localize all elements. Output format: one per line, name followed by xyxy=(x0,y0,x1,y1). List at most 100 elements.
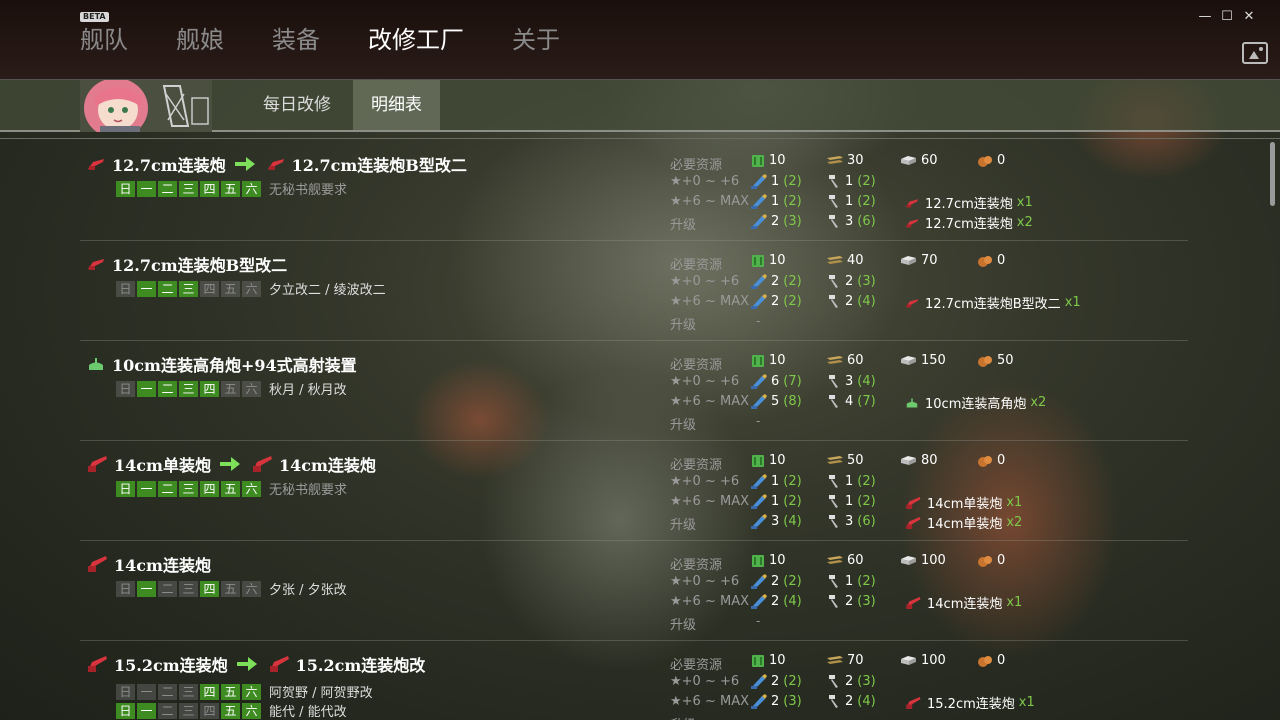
fuel-value: 10 xyxy=(769,553,786,568)
ammo-icon xyxy=(826,154,844,168)
no-upgrade: - xyxy=(756,614,761,628)
day-1: 一 xyxy=(137,180,156,197)
arrow-right-icon xyxy=(219,456,241,472)
screw-value: 3 xyxy=(845,213,854,229)
bauxite-value: 0 xyxy=(997,153,1006,168)
devmat-icon xyxy=(750,393,768,409)
day-0: 日 xyxy=(116,580,135,597)
screw-cost: 1 (2) xyxy=(826,473,876,489)
improvement-row[interactable]: 15.2cm连装炮 15.2cm连装炮改日一二三四五六阿贺野 / 阿贺野改日一二三… xyxy=(80,641,1188,720)
bauxite-icon xyxy=(976,354,994,368)
fuel-cost: 10 xyxy=(750,553,786,568)
steel-value: 80 xyxy=(921,453,938,468)
small-gun-icon xyxy=(266,157,286,171)
nav-tab-4[interactable]: 关于 xyxy=(512,24,560,56)
fuel-value: 10 xyxy=(769,653,786,668)
screw-icon xyxy=(826,473,842,489)
medium-gun-icon xyxy=(905,696,922,710)
secretary-requirement: 阿贺野 / 阿贺野改 xyxy=(269,686,373,701)
devmat-guaranteed: (3) xyxy=(783,693,802,709)
devmat-value: 2 xyxy=(771,213,780,229)
equipment-title: 12.7cm连装炮B型改二 xyxy=(86,253,287,275)
stage2-label: ★+6 ~ MAX xyxy=(670,194,749,209)
improvement-row[interactable]: 14cm连装炮日一二三四五六夕张 / 夕张改 必要资源 ★+0 ~ +6 ★+6 ~ … xyxy=(80,541,1188,641)
screw-icon xyxy=(826,593,842,609)
nav-tab-0[interactable]: 舰队 xyxy=(80,24,128,56)
close-button[interactable]: ✕ xyxy=(1238,8,1260,26)
screw-guaranteed: (4) xyxy=(857,693,876,709)
upgrade-label: 升级 xyxy=(670,518,697,533)
screw-value: 3 xyxy=(845,513,854,529)
devmat-cost: 1 (2) xyxy=(750,173,802,189)
image-icon[interactable] xyxy=(1242,42,1268,64)
day-3: 三 xyxy=(179,480,198,497)
screw-guaranteed: (4) xyxy=(857,373,876,389)
screw-guaranteed: (4) xyxy=(857,293,876,309)
maximize-button[interactable]: ☐ xyxy=(1216,8,1238,26)
scrollbar[interactable] xyxy=(1268,141,1276,720)
improvement-row[interactable]: 12.7cm连装炮 12.7cm连装炮B型改二日一二三四五六无秘书舰要求 必要资源 ★… xyxy=(80,141,1188,241)
subtab-1[interactable]: 明细表 xyxy=(353,80,440,130)
devmat-cost: 6 (7) xyxy=(750,373,802,389)
steel-value: 150 xyxy=(921,353,946,368)
upgrade-label: 升级 xyxy=(670,714,696,720)
nav-tab-1[interactable]: 舰娘 xyxy=(176,24,224,56)
small-gun-icon xyxy=(905,217,920,228)
ammo-value: 30 xyxy=(847,153,864,168)
day-6: 六 xyxy=(242,380,261,397)
screw-value: 2 xyxy=(845,693,854,709)
improvement-row[interactable]: 14cm单装炮 14cm连装炮日一二三四五六无秘书舰要求 必要资源 ★+0 ~ +6 ★… xyxy=(80,441,1188,541)
scrollbar-thumb[interactable] xyxy=(1270,142,1275,206)
bauxite-value: 0 xyxy=(997,553,1006,568)
nav-tab-2[interactable]: 装备 xyxy=(272,24,320,56)
devmat-value: 2 xyxy=(771,593,780,609)
devmat-guaranteed: (7) xyxy=(783,373,802,389)
stage2-label: ★+6 ~ MAX xyxy=(670,294,749,309)
main-nav: 舰队 舰娘 装备 改修工厂 关于 xyxy=(80,24,608,56)
small-gun-icon xyxy=(905,197,920,208)
equipment-title: 12.7cm连装炮 12.7cm连装炮B型改二 xyxy=(86,153,467,175)
screw-value: 2 xyxy=(845,673,854,689)
devmat-icon xyxy=(750,193,768,209)
upgrade-label: 升级 xyxy=(670,618,697,633)
improvement-list[interactable]: 12.7cm连装炮 12.7cm连装炮B型改二日一二三四五六无秘书舰要求 必要资源 ★… xyxy=(80,141,1188,720)
equipment-name: 14cm单装炮 xyxy=(114,456,211,475)
screw-icon xyxy=(826,373,842,389)
improvement-row[interactable]: 12.7cm连装炮B型改二日一二三四五六夕立改二 / 绫波改二 必要资源 ★+0 ~… xyxy=(80,241,1188,341)
subtab-0[interactable]: 每日改修 xyxy=(245,80,349,130)
day-3: 三 xyxy=(179,380,198,397)
steel-cost: 100 xyxy=(900,653,946,668)
upgrade-label: 升级 xyxy=(670,218,697,233)
bauxite-value: 0 xyxy=(997,453,1006,468)
nav-tab-3[interactable]: 改修工厂 xyxy=(368,24,464,56)
secretary-requirement: 夕立改二 / 绫波改二 xyxy=(269,283,386,298)
consumed-equipment: 12.7cm连装炮B型改二 x1 xyxy=(902,293,1081,312)
screw-cost: 1 (2) xyxy=(826,573,876,589)
improvement-row[interactable]: 10cm连装高角炮+94式高射装置日一二三四五六秋月 / 秋月改 必要资源 ★+0 … xyxy=(80,341,1188,441)
devmat-value: 1 xyxy=(771,473,780,489)
devmat-value: 2 xyxy=(771,273,780,289)
window-controls: — ☐ ✕ xyxy=(1194,8,1260,26)
equipment-title: 15.2cm连装炮 15.2cm连装炮改 xyxy=(86,653,425,675)
day-4: 四 xyxy=(200,580,219,597)
day-2: 二 xyxy=(158,480,177,497)
consumed-equipment-name: 14cm单装炮 xyxy=(927,517,1003,532)
ammo-icon xyxy=(826,654,844,668)
day-3: 三 xyxy=(179,180,198,197)
equipment-name: 12.7cm连装炮 xyxy=(112,156,226,175)
ammo-value: 60 xyxy=(847,553,864,568)
secretary-requirement: 能代 / 能代改 xyxy=(269,705,347,720)
screw-cost: 2 (3) xyxy=(826,273,876,289)
devmat-value: 1 xyxy=(771,493,780,509)
bauxite-value: 0 xyxy=(997,253,1006,268)
ammo-cost: 60 xyxy=(826,353,864,368)
screw-icon xyxy=(826,513,842,529)
minimize-button[interactable]: — xyxy=(1194,8,1216,26)
upgrade-target-name: 14cm连装炮 xyxy=(278,456,376,475)
equipment-name: 15.2cm连装炮 xyxy=(114,656,228,675)
screw-guaranteed: (2) xyxy=(857,473,876,489)
bauxite-icon xyxy=(976,654,994,668)
medium-gun-icon xyxy=(905,596,922,610)
devmat-icon xyxy=(750,473,768,489)
screw-cost: 1 (2) xyxy=(826,493,876,509)
